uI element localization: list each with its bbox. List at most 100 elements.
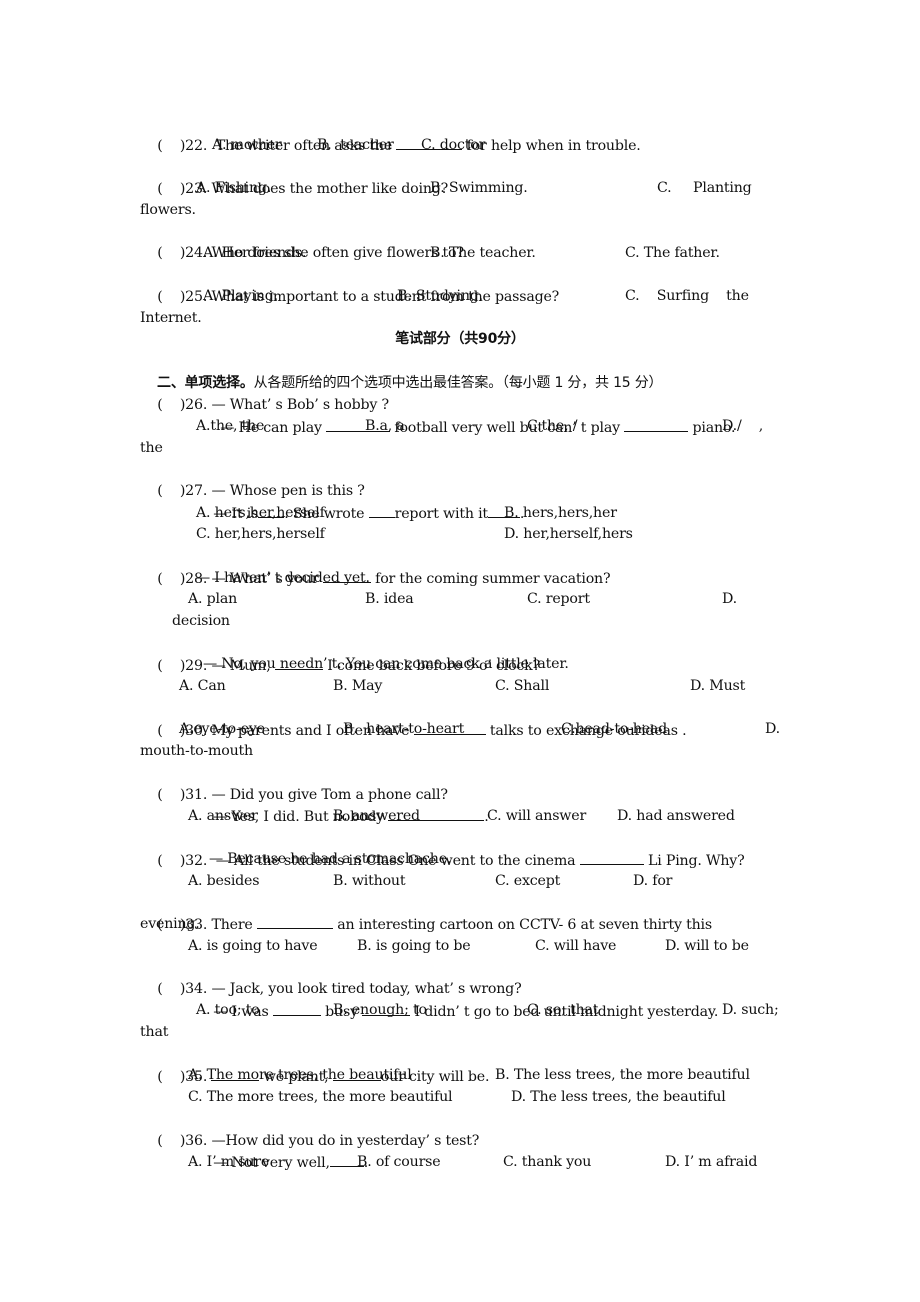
option-b[interactable]: B. heart-to-heart bbox=[343, 718, 464, 740]
option-d[interactable]: D. such; bbox=[722, 999, 779, 1021]
option-d[interactable]: D. had answered bbox=[617, 805, 735, 827]
option-a[interactable]: A. besides bbox=[188, 870, 260, 892]
answer-blank bbox=[579, 849, 644, 865]
question-34-wrap: that bbox=[140, 1024, 169, 1040]
question-23-options: A. Fishing. B. Swimming. C. Planting bbox=[140, 177, 752, 199]
option-b[interactable]: B. idea bbox=[365, 588, 414, 610]
question-30: ( )30. My parents and I often have talks… bbox=[140, 697, 686, 739]
question-number: 22 bbox=[185, 138, 203, 154]
option-c[interactable]: C. The more trees, the more beautiful bbox=[188, 1086, 453, 1108]
option-c[interactable]: C.the, / bbox=[527, 415, 577, 437]
question-34-options: A. too; to B. enough; to C. so; that D. … bbox=[140, 999, 779, 1021]
option-c[interactable]: C. will have bbox=[535, 935, 616, 957]
answer-bracket[interactable]: ( ) bbox=[157, 181, 185, 197]
question-34-line2: — I was busy I didn’ t go to bed until m… bbox=[196, 978, 718, 1020]
option-b[interactable]: B. The less trees, the more beautiful bbox=[495, 1064, 750, 1086]
question-36: ( )36. —How did you do in yesterday’ s t… bbox=[157, 1133, 480, 1149]
question-24: ( )24. Who does she often give flowers t… bbox=[157, 245, 464, 261]
question-31-options: A. answer B. answered C. will answer D. … bbox=[140, 805, 735, 827]
answer-bracket[interactable]: ( ) bbox=[157, 787, 185, 803]
option-a[interactable]: A. mother bbox=[212, 134, 282, 156]
question-33: ( )33. There an interesting cartoon on C… bbox=[140, 891, 712, 933]
option-b[interactable]: B. The teacher. bbox=[430, 242, 536, 264]
option-c[interactable]: C. The father. bbox=[625, 242, 720, 264]
question-31-line2: — Yes, I did. But nobody . bbox=[196, 783, 489, 825]
answer-bracket[interactable]: ( ) bbox=[157, 1133, 185, 1149]
answer-bracket[interactable]: ( ) bbox=[157, 397, 185, 413]
option-d[interactable]: D. will to be bbox=[665, 935, 749, 957]
option-b[interactable]: B. enough; to bbox=[333, 999, 427, 1021]
option-a[interactable]: A. plan bbox=[188, 588, 237, 610]
option-c[interactable]: C. thank you bbox=[503, 1151, 591, 1173]
section-title: 二、单项选择。从各题所给的四个选项中选出最佳答案。（每小题 1 分，共 15 分… bbox=[140, 350, 663, 391]
option-a[interactable]: A.the, the bbox=[196, 415, 264, 437]
question-23-wrap: flowers. bbox=[140, 202, 196, 218]
option-a[interactable]: A.eye-to-eye bbox=[179, 718, 265, 740]
option-c[interactable]: C. report bbox=[527, 588, 590, 610]
option-c[interactable]: C. so; that bbox=[527, 999, 598, 1021]
question-number: 26 bbox=[185, 397, 203, 413]
option-a[interactable]: A. hers,her,herself bbox=[196, 502, 325, 524]
option-a[interactable]: A. too; to bbox=[196, 999, 260, 1021]
question-35-options-row1: A. The more trees, the beautiful B. The … bbox=[140, 1064, 750, 1086]
answer-bracket[interactable]: ( ) bbox=[157, 853, 185, 869]
option-c[interactable]: C. her,hers,herself bbox=[196, 523, 325, 545]
option-a[interactable]: A. Her friends. bbox=[203, 242, 307, 264]
answer-blank bbox=[272, 1000, 321, 1016]
answer-bracket[interactable]: ( ) bbox=[157, 138, 185, 154]
answer-bracket[interactable]: ( ) bbox=[157, 289, 185, 305]
question-24-options: A. Her friends. B. The teacher. C. The f… bbox=[140, 242, 720, 264]
question-26-options: A.the, the B.a, a C.the, / D./ , bbox=[140, 415, 763, 437]
option-b[interactable]: B. is going to be bbox=[357, 935, 471, 957]
option-d[interactable]: D. The less trees, the beautiful bbox=[511, 1086, 726, 1108]
option-c[interactable]: C. except bbox=[495, 870, 560, 892]
question-29: ( )29. — Mum, I come back before 9 o’ cl… bbox=[140, 632, 540, 674]
answer-bracket[interactable]: ( ) bbox=[157, 981, 185, 997]
answer-bracket[interactable]: ( ) bbox=[157, 483, 185, 499]
option-b[interactable]: B. without bbox=[333, 870, 406, 892]
option-a[interactable]: A. is going to have bbox=[188, 935, 318, 957]
option-d[interactable]: D. bbox=[765, 718, 780, 740]
option-c[interactable]: C.head-to-head bbox=[561, 718, 667, 740]
option-a[interactable]: A. I’ m sure bbox=[188, 1151, 269, 1173]
option-c[interactable]: C. Surfing the bbox=[625, 285, 749, 307]
option-d[interactable]: D./ , bbox=[722, 415, 763, 437]
option-b[interactable]: B. Studying. bbox=[397, 285, 483, 307]
option-b[interactable]: B. answered bbox=[333, 805, 420, 827]
option-d[interactable]: D. Must bbox=[690, 675, 745, 697]
answer-bracket[interactable]: ( ) bbox=[157, 658, 185, 674]
option-c[interactable]: C. Shall bbox=[495, 675, 549, 697]
question-32: ( )32. — All the students in Class One w… bbox=[140, 827, 744, 869]
answer-bracket[interactable]: ( ) bbox=[157, 1069, 185, 1085]
option-b[interactable]: B. hers,hers,her bbox=[504, 502, 617, 524]
question-28-wrap: decision bbox=[172, 613, 230, 629]
option-b[interactable]: B. May bbox=[333, 675, 382, 697]
option-d[interactable]: D. for bbox=[633, 870, 672, 892]
option-b[interactable]: B.a, a bbox=[365, 415, 405, 437]
answer-blank bbox=[256, 913, 333, 929]
option-b[interactable]: B. Swimming. bbox=[430, 177, 528, 199]
option-d[interactable]: D. her,herself,hers bbox=[504, 523, 633, 545]
answer-bracket[interactable]: ( ) bbox=[157, 571, 185, 587]
question-27: ( )27. — Whose pen is this ? bbox=[157, 483, 365, 499]
question-26: ( )26. — What’ s Bob’ s hobby ? bbox=[157, 397, 389, 413]
option-b[interactable]: B. of course bbox=[357, 1151, 441, 1173]
question-number: 24 bbox=[185, 245, 203, 261]
option-a[interactable]: A. Fishing. bbox=[196, 177, 271, 199]
question-28: ( )28. — What’ s your for the coming sum… bbox=[140, 545, 610, 587]
option-a[interactable]: A. Playing. bbox=[203, 285, 278, 307]
option-a[interactable]: A. answer bbox=[188, 805, 258, 827]
option-b[interactable]: B. teacher bbox=[317, 134, 394, 156]
option-c[interactable]: C. Planting bbox=[657, 177, 752, 199]
option-d[interactable]: D. I’ m afraid bbox=[665, 1151, 757, 1173]
question-35-options-row2: C. The more trees, the more beautiful D.… bbox=[140, 1086, 726, 1108]
option-a[interactable]: A. Can bbox=[179, 675, 226, 697]
question-27-options-row1: A. hers,her,herself B. hers,hers,her bbox=[140, 502, 617, 524]
question-22-options: A. mother B. teacher C. doctor bbox=[140, 134, 485, 156]
option-d[interactable]: D. bbox=[722, 588, 737, 610]
answer-bracket[interactable]: ( ) bbox=[157, 245, 185, 261]
option-c[interactable]: C. doctor bbox=[421, 134, 485, 156]
exam-page: ( )22. The writer often asks the for hel… bbox=[0, 0, 920, 1302]
option-a[interactable]: A. The more trees, the beautiful bbox=[188, 1064, 412, 1086]
option-c[interactable]: C. will answer bbox=[487, 805, 586, 827]
